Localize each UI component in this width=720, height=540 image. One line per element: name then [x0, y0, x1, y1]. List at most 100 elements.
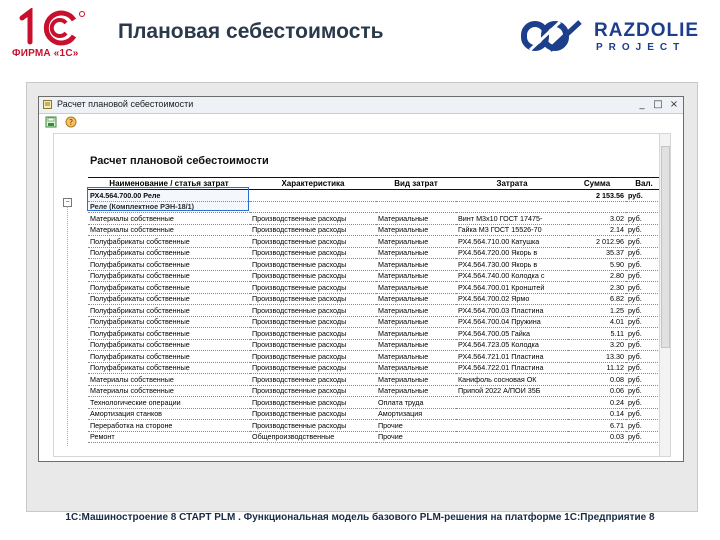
- table-row[interactable]: Материалы собственные Производственные ра…: [88, 212, 660, 225]
- table-cell: Материальные: [376, 281, 456, 294]
- table-row[interactable]: Полуфабрикаты собственные Производственны…: [88, 293, 660, 305]
- window-titlebar[interactable]: Расчет плановой себестоимости _ □ ×: [39, 97, 683, 114]
- window-title: Расчет плановой себестоимости: [57, 99, 194, 109]
- table-cell: Материалы собственные: [88, 212, 250, 225]
- close-button[interactable]: ×: [669, 99, 679, 110]
- table-row[interactable]: Переработка на стороне Производственные р…: [88, 419, 660, 432]
- col-expense-header[interactable]: Затрата: [456, 177, 568, 190]
- table-row[interactable]: Полуфабрикаты собственные Производственны…: [88, 270, 660, 282]
- table-cell: 5.11: [568, 327, 626, 340]
- table-cell: Полуфабрикаты собственные: [88, 281, 250, 294]
- table-cell: 2.80: [568, 270, 626, 282]
- table-cell: РХ4.564.700.01 Кронштей: [456, 281, 568, 294]
- table-row[interactable]: Полуфабрикаты собственные Производственны…: [88, 316, 660, 328]
- table-row[interactable]: Амортизация станков Производственные расх…: [88, 408, 660, 420]
- table-row[interactable]: Полуфабрикаты собственные Производственны…: [88, 247, 660, 259]
- table-cell: руб.: [626, 293, 660, 305]
- slide-title: Плановая себестоимость: [118, 20, 384, 43]
- table-cell: руб.: [626, 235, 660, 248]
- table-cell: Производственные расходы: [250, 373, 376, 386]
- save-icon[interactable]: [45, 116, 57, 128]
- table-cell: руб.: [626, 316, 660, 328]
- table-row[interactable]: Полуфабрикаты собственные Производственны…: [88, 304, 660, 317]
- table-cell: руб.: [626, 339, 660, 351]
- table-cell: [456, 396, 568, 409]
- table-cell: Производственные расходы: [250, 258, 376, 271]
- table-cell: руб.: [626, 189, 660, 202]
- col-currency-header[interactable]: Вал.: [626, 177, 660, 190]
- table-cell: руб.: [626, 408, 660, 420]
- table-cell: 11.12: [568, 362, 626, 374]
- table-row[interactable]: Ремонт Общепроизводственные Прочие 0.03 руб.: [88, 431, 660, 443]
- table-cell: [568, 201, 626, 213]
- table-cell: Амортизация станков: [88, 408, 250, 420]
- table-cell: Материальные: [376, 270, 456, 282]
- table-cell: Материалы собственные: [88, 224, 250, 236]
- table-row[interactable]: Материалы собственные Производственные ра…: [88, 385, 660, 397]
- svg-text:?: ?: [69, 118, 73, 127]
- table-body: РХ4.564.700.00 Реле 2 153.56 руб. Реле (Ком…: [88, 189, 660, 443]
- table-cell: 3.02: [568, 212, 626, 225]
- scrollbar-thumb[interactable]: [661, 146, 670, 348]
- table-cell: Припой 2022 А/ПОИ 35Б: [456, 385, 568, 397]
- table-row[interactable]: Материалы собственные Производственные ра…: [88, 373, 660, 386]
- table-row[interactable]: Полуфабрикаты собственные Производственны…: [88, 339, 660, 351]
- table-cell: 2 012.96: [568, 235, 626, 248]
- report-title: Расчет плановой себестоимости: [90, 155, 269, 167]
- table-cell: 35.37: [568, 247, 626, 259]
- table-cell: РХ4.564.710.00 Катушка: [456, 235, 568, 248]
- col-cost-type-header[interactable]: Вид затрат: [376, 177, 456, 190]
- slide-header: ФИРМА «1С» Плановая себестоимость RAZDOL…: [0, 0, 720, 72]
- vertical-scrollbar[interactable]: [659, 133, 671, 457]
- table-cell: руб.: [626, 304, 660, 317]
- table-cell: РХ4.564.700.02 Ярмо: [456, 293, 568, 305]
- table-cell: Производственные расходы: [250, 281, 376, 294]
- table-cell: руб.: [626, 270, 660, 282]
- table-row[interactable]: Полуфабрикаты собственные Производственны…: [88, 327, 660, 340]
- cost-table: Наименование / статья затрат Характерист…: [88, 177, 660, 443]
- maximize-button[interactable]: □: [653, 99, 663, 110]
- table-cell: Прочие: [376, 419, 456, 432]
- table-cell: Полуфабрикаты собственные: [88, 362, 250, 374]
- table-cell: 2.14: [568, 224, 626, 236]
- table-cell: руб.: [626, 258, 660, 271]
- table-row[interactable]: Технологические операции Производственные…: [88, 396, 660, 409]
- table-row[interactable]: Полуфабрикаты собственные Производственны…: [88, 258, 660, 271]
- table-cell: Гайка М3 ГОСТ 15526-70: [456, 224, 568, 236]
- table-row[interactable]: Полуфабрикаты собственные Производственны…: [88, 281, 660, 294]
- table-cell: руб.: [626, 385, 660, 397]
- table-row[interactable]: Полуфабрикаты собственные Производственны…: [88, 362, 660, 374]
- table-cell: руб.: [626, 373, 660, 386]
- table-cell: Материальные: [376, 212, 456, 225]
- table-cell: РХ4.564.730.00 Якорь в: [456, 258, 568, 271]
- table-cell: [376, 189, 456, 202]
- table-cell: Производственные расходы: [250, 396, 376, 409]
- table-cell: РХ4.564.723.05 Колодка: [456, 339, 568, 351]
- col-characteristic-header[interactable]: Характеристика: [250, 177, 376, 190]
- table-cell: Материалы собственные: [88, 373, 250, 386]
- table-cell: Материальные: [376, 327, 456, 340]
- table-cell: 5.90: [568, 258, 626, 271]
- table-cell: 2.30: [568, 281, 626, 294]
- table-cell: [456, 419, 568, 432]
- table-cell: РХ4.564.700.05 Гайка: [456, 327, 568, 340]
- table-cell: Производственные расходы: [250, 212, 376, 225]
- table-row[interactable]: Материалы собственные Производственные ра…: [88, 224, 660, 236]
- report-content[interactable]: Расчет плановой себестоимости Наименован…: [53, 133, 661, 457]
- table-cell: Технологические операции: [88, 396, 250, 409]
- table-cell: Материальные: [376, 258, 456, 271]
- table-cell: [250, 189, 376, 202]
- table-row[interactable]: Полуфабрикаты собственные Производственны…: [88, 350, 660, 363]
- table-cell: руб.: [626, 431, 660, 443]
- table-cell: Амортизация: [376, 408, 456, 420]
- table-cell: 13.30: [568, 350, 626, 363]
- minimize-button[interactable]: _: [637, 99, 647, 110]
- help-icon[interactable]: ?: [65, 116, 77, 128]
- col-sum-header[interactable]: Сумма: [568, 177, 626, 190]
- brand-right-word: RAZDOLIE: [594, 20, 700, 41]
- table-cell: руб.: [626, 350, 660, 363]
- table-cell: Материалы собственные: [88, 385, 250, 397]
- table-row[interactable]: Полуфабрикаты собственные Производственны…: [88, 235, 660, 248]
- table-cell: 6.82: [568, 293, 626, 305]
- table-cell: Материальные: [376, 235, 456, 248]
